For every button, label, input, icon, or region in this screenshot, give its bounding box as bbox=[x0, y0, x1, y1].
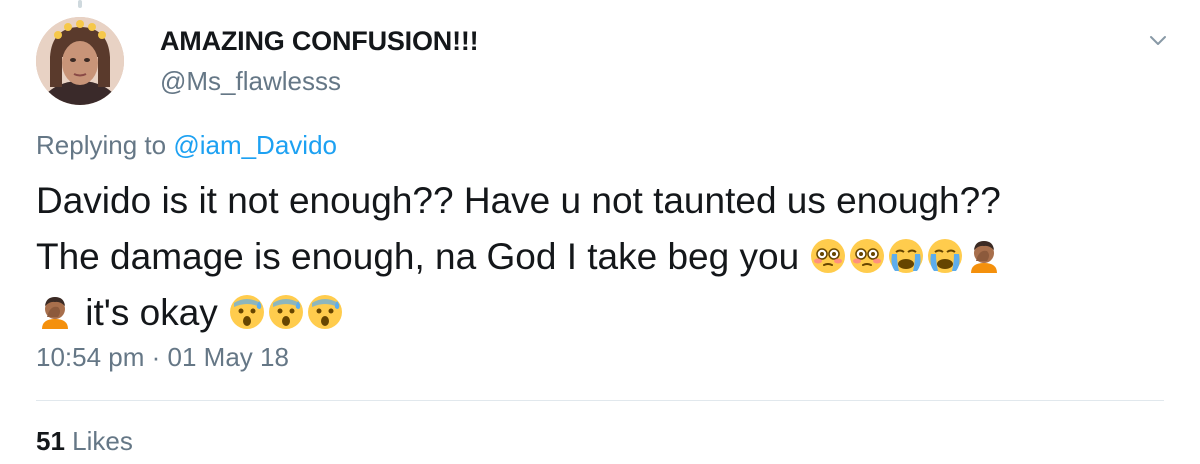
likes-label: Likes bbox=[72, 426, 133, 456]
flushed-face-icon bbox=[848, 237, 886, 275]
tweet-text-line-1: Davido is it not enough?? Have u not tau… bbox=[36, 180, 1001, 221]
user-handle[interactable]: @Ms_flawlesss bbox=[160, 66, 341, 97]
tweet-text-line-2-text: The damage is enough, na God I take beg … bbox=[36, 236, 800, 277]
tweet-text-line-3: it's okay bbox=[36, 285, 1166, 341]
anxious-sweat-face-icon bbox=[267, 293, 305, 331]
replying-mention-link[interactable]: @iam_Davido bbox=[173, 130, 337, 160]
facepalm-icon bbox=[36, 293, 74, 331]
thread-line bbox=[78, 0, 82, 8]
anxious-sweat-face-icon bbox=[306, 293, 344, 331]
chevron-down-icon[interactable] bbox=[1145, 28, 1171, 54]
tweet-text: Davido is it not enough?? Have u not tau… bbox=[36, 173, 1166, 341]
avatar[interactable] bbox=[36, 17, 124, 105]
crying-face-icon bbox=[887, 237, 925, 275]
divider bbox=[36, 400, 1164, 401]
anxious-sweat-face-icon bbox=[228, 293, 266, 331]
facepalm-icon bbox=[965, 237, 1003, 275]
tweet-card: AMAZING CONFUSION!!! @Ms_flawlesss Reply… bbox=[0, 0, 1200, 464]
likes-count: 51 bbox=[36, 426, 65, 456]
replying-to: Replying to @iam_Davido bbox=[36, 130, 337, 161]
tweet-text-line-3-text: it's okay bbox=[85, 292, 218, 333]
replying-prefix: Replying to bbox=[36, 130, 167, 160]
crying-face-icon bbox=[926, 237, 964, 275]
flushed-face-icon bbox=[809, 237, 847, 275]
tweet-text-line-2: The damage is enough, na God I take beg … bbox=[36, 229, 1166, 285]
likes-stat[interactable]: 51 Likes bbox=[36, 426, 133, 457]
tweet-timestamp[interactable]: 10:54 pm · 01 May 18 bbox=[36, 342, 289, 373]
display-name[interactable]: AMAZING CONFUSION!!! bbox=[160, 26, 479, 57]
